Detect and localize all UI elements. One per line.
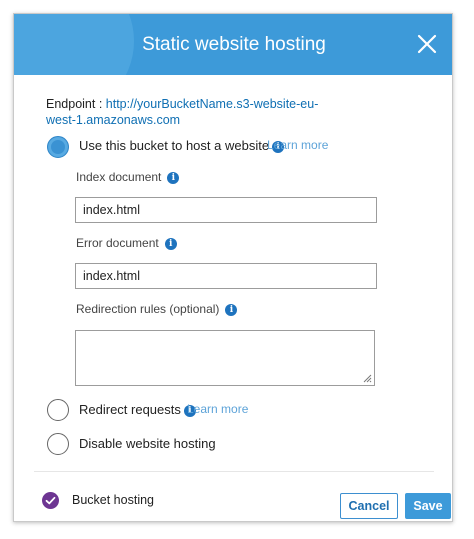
error-document-label: Error document i: [76, 236, 177, 250]
dialog-header: Static website hosting: [14, 14, 452, 75]
redirect-requests-label: Redirect requests i: [79, 402, 196, 417]
info-icon[interactable]: i: [164, 238, 177, 250]
error-document-input[interactable]: [75, 263, 377, 289]
static-website-hosting-dialog: Static website hosting Endpoint : http:/…: [13, 13, 453, 522]
divider: [34, 471, 434, 472]
index-document-input[interactable]: [75, 197, 377, 223]
redirect-requests-radio[interactable]: [47, 399, 69, 421]
host-website-radio[interactable]: [47, 136, 69, 158]
host-learn-more-link[interactable]: Learn more: [267, 138, 328, 152]
disable-hosting-radio[interactable]: [47, 433, 69, 455]
disable-hosting-label: Disable website hosting: [79, 436, 216, 451]
endpoint-text: Endpoint : http://yourBucketName.s3-webs…: [46, 96, 336, 128]
close-icon[interactable]: [414, 31, 440, 57]
redirect-learn-more-link[interactable]: Learn more: [187, 402, 248, 416]
save-button[interactable]: Save: [405, 493, 451, 519]
redirection-rules-textarea[interactable]: [75, 330, 375, 386]
endpoint-label: Endpoint :: [46, 97, 106, 111]
info-icon[interactable]: i: [225, 304, 238, 316]
checkmark-icon: [42, 492, 59, 509]
dialog-title: Static website hosting: [142, 34, 326, 55]
bucket-hosting-status: Bucket hosting: [72, 493, 154, 507]
info-icon[interactable]: i: [167, 172, 180, 184]
host-website-label: Use this bucket to host a website i: [79, 138, 285, 153]
index-document-label: Index document i: [76, 170, 180, 184]
cancel-button[interactable]: Cancel: [340, 493, 398, 519]
redirection-rules-label: Redirection rules (optional) i: [76, 302, 238, 316]
resize-handle-icon[interactable]: [363, 374, 372, 383]
